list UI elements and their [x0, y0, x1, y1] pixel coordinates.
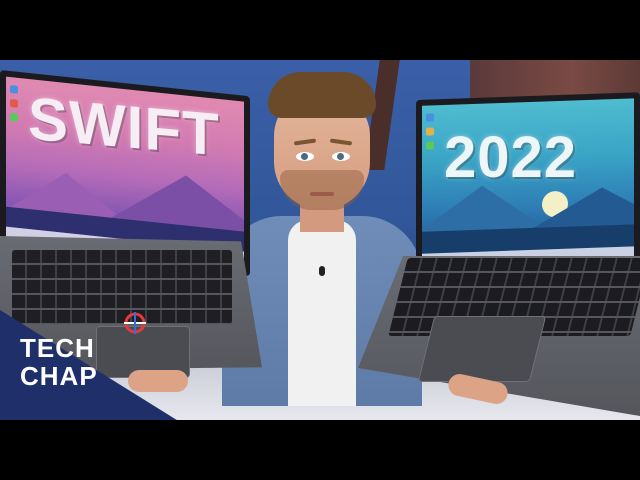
- desktop-icon: [10, 113, 18, 122]
- left-eyebrow: [293, 138, 317, 146]
- logo-line-1: TECH: [20, 333, 95, 363]
- letterbox-top: [0, 0, 640, 60]
- right-eye: [332, 152, 350, 161]
- desktop-icon: [426, 127, 434, 136]
- white-tshirt: [288, 220, 356, 406]
- lapel-mic-icon: [319, 266, 325, 276]
- logo-mark-icon: [124, 312, 146, 334]
- desktop-icon: [10, 85, 18, 94]
- channel-logo: TECH CHAP: [20, 312, 150, 394]
- hair: [268, 72, 376, 118]
- logo-line-2: CHAP: [20, 361, 98, 391]
- mouth: [310, 192, 334, 196]
- desktop-icon: [426, 141, 434, 150]
- headline-right: 2022: [444, 125, 578, 190]
- letterbox-bottom: [0, 420, 640, 480]
- desktop-icon: [10, 99, 18, 108]
- right-trackpad: [417, 316, 547, 382]
- right-eyebrow: [329, 138, 353, 146]
- left-eye: [296, 152, 314, 161]
- stubble: [280, 170, 364, 210]
- desktop-icon: [426, 113, 434, 122]
